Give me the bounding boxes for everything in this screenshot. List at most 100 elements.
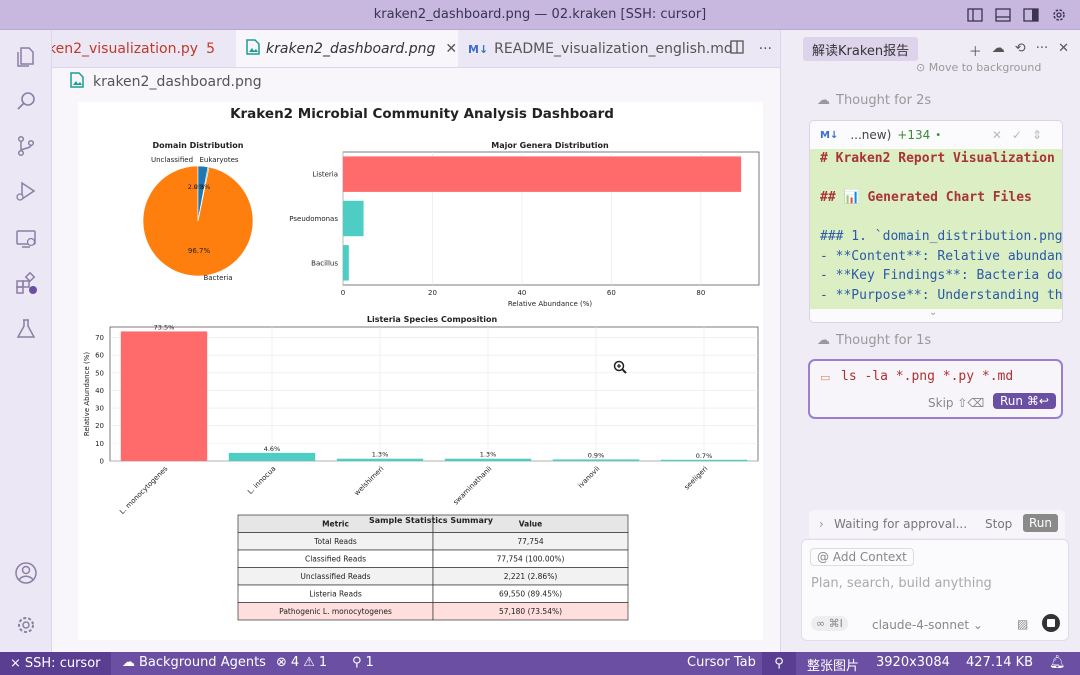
table-cell-text: Listeria Reads (309, 590, 362, 599)
move-to-background-link[interactable]: ⊙ Move to background (916, 61, 1041, 74)
skip-button[interactable]: Skip ⇧⌫ (928, 396, 984, 410)
expand-chevron-icon[interactable]: ⌄ (929, 307, 937, 318)
add-context-button[interactable]: @ Add Context (810, 548, 914, 566)
species-bar (120, 331, 208, 461)
thought-indicator-2[interactable]: ☁ Thought for 1s (817, 333, 931, 348)
image-preview[interactable]: Kraken2 Microbial Community Analysis Das… (78, 102, 763, 640)
table-cell-text: Classified Reads (305, 555, 366, 564)
approval-bar: › Waiting for approval... Stop Run (809, 510, 1065, 538)
tab-visualization-py[interactable]: ken2_visualization.py 5 (52, 30, 236, 67)
error-count: 4 (290, 655, 300, 670)
code-diff-lines: # Kraken2 Report Visualization ## 📊 Gene… (810, 149, 1063, 309)
new-chat-icon[interactable]: ＋ (969, 41, 982, 60)
expand-icon[interactable]: ⇕ (1032, 128, 1052, 142)
editor-actions: ··· (722, 30, 780, 67)
chat-input-box: @ Add Context Plan, search, build anythi… (801, 539, 1069, 641)
zoom-cursor-icon (613, 360, 627, 374)
settings-gear-icon[interactable] (1050, 6, 1068, 24)
species-value-label: 1.3% (372, 451, 389, 459)
dashboard-title: Kraken2 Microbial Community Analysis Das… (230, 106, 614, 122)
species-value-label: 0.7% (696, 452, 713, 460)
markdown-file-icon: M↓ (468, 42, 489, 56)
run-command-button[interactable]: Run ⌘↩ (993, 393, 1056, 409)
table-title: Sample Statistics Summary (369, 516, 494, 525)
image-file-icon (246, 39, 260, 59)
chevron-right-icon[interactable]: › (819, 517, 824, 531)
search-icon[interactable] (13, 88, 39, 114)
code-line: - **Content**: Relative abundance (820, 248, 1063, 264)
genera-xtick: 40 (517, 289, 526, 297)
explorer-files-icon[interactable] (13, 44, 39, 70)
background-agents[interactable]: ☁ Background Agents (122, 655, 266, 670)
close-tab-icon[interactable]: ✕ (445, 41, 457, 57)
manage-gear-icon[interactable] (13, 612, 39, 638)
more-actions-icon[interactable]: ··· (759, 41, 772, 57)
terminal-command-card: ▭ ls -la *.png *.py *.md Skip ⇧⌫ Run ⌘↩ (808, 359, 1063, 419)
toggle-panel-icon[interactable] (994, 6, 1012, 24)
table-cell-text: 57,180 (73.54%) (499, 607, 562, 616)
table-header-text: Value (519, 520, 542, 529)
model-selector[interactable]: claude-4-sonnet ⌄ (872, 618, 983, 632)
testing-flask-icon[interactable] (13, 316, 39, 342)
chat-input-placeholder[interactable]: Plan, search, build anything (811, 576, 992, 591)
code-line: # Kraken2 Report Visualization (820, 151, 1055, 166)
mode-selector[interactable]: ∞ ⌘I (811, 616, 848, 631)
tab-readme-md[interactable]: M↓ README_visualization_english.md (458, 30, 733, 67)
agent-panel: 解读Kraken报告 ＋ ☁ ⟲ ··· ✕ ⊙ Move to backgro… (780, 30, 1080, 652)
pie-label-bacteria: Bacteria (203, 274, 232, 282)
thought-label: Thought for 1s (836, 333, 932, 348)
genera-xtick: 0 (341, 289, 345, 297)
add-context-label: Add Context (832, 550, 907, 564)
species-ytick: 60 (95, 352, 104, 360)
image-attach-icon[interactable]: ▨ (1017, 617, 1028, 631)
table-cell-text: Pathogenic L. monocytogenes (279, 607, 392, 616)
genera-xtick: 80 (696, 289, 705, 297)
species-bar (552, 459, 640, 461)
accept-icon[interactable]: ✓ (1012, 128, 1032, 142)
table-cell-text: Unclassified Reads (300, 572, 370, 581)
species-ylabel: Relative Abundance (%) (83, 352, 91, 436)
pie-pct-bacteria: 96.7% (188, 247, 211, 255)
species-ytick: 20 (95, 422, 104, 430)
notifications-bell-icon[interactable]: 🔔︎ (1049, 655, 1066, 670)
code-line: ### 1. `domain_distribution.png` (820, 229, 1063, 244)
image-dimensions: 3920x3084 (876, 655, 950, 670)
run-button[interactable]: Run (1023, 514, 1059, 532)
remote-indicator[interactable]: ⨯ SSH: cursor (0, 652, 111, 675)
account-icon[interactable] (13, 560, 39, 586)
breadcrumb: kraken2_dashboard.png (70, 72, 262, 92)
genera-bar (343, 200, 364, 237)
image-file-size: 427.14 KB (966, 655, 1034, 670)
toggle-sidebar-icon[interactable] (966, 6, 984, 24)
problems-indicator[interactable]: ⊗ 4 ⚠ 1 (276, 655, 327, 670)
move-bg-icon: ⊙ (916, 61, 929, 74)
source-control-icon[interactable] (13, 133, 39, 159)
history-icon[interactable]: ⟲ (1015, 41, 1026, 60)
cloud-icon[interactable]: ☁ (992, 41, 1005, 60)
stop-square-icon (1047, 619, 1055, 627)
ports-count: 1 (365, 655, 374, 670)
tab-kraken2-dashboard[interactable]: kraken2_dashboard.png ✕ (236, 30, 458, 67)
zoom-icon[interactable]: ⚲ (762, 652, 796, 675)
breadcrumb-filename[interactable]: kraken2_dashboard.png (93, 74, 262, 90)
toggle-secondary-sidebar-icon[interactable] (1022, 6, 1040, 24)
species-ytick: 30 (95, 405, 104, 413)
thought-indicator-1[interactable]: ☁ Thought for 2s (817, 93, 931, 108)
extensions-icon[interactable] (13, 270, 39, 296)
stop-button[interactable]: Stop (985, 517, 1012, 531)
species-ytick: 10 (95, 440, 104, 448)
ports-indicator[interactable]: ⚲ 1 (352, 655, 374, 670)
remote-explorer-icon[interactable] (13, 226, 39, 252)
chat-tab-title[interactable]: 解读Kraken报告 (803, 37, 919, 61)
run-debug-icon[interactable] (13, 178, 39, 204)
genera-xlabel: Relative Abundance (%) (508, 300, 592, 308)
reject-icon[interactable]: ✕ (992, 128, 1012, 142)
more-icon[interactable]: ··· (1036, 41, 1048, 60)
genera-category-label: Pseudomonas (289, 215, 338, 223)
image-zoom-mode[interactable]: 整张图片 (807, 655, 859, 674)
close-panel-icon[interactable]: ✕ (1058, 41, 1069, 60)
stop-generation-button[interactable] (1042, 614, 1060, 632)
cursor-tab-status[interactable]: Cursor Tab (687, 655, 756, 670)
code-line: - **Purpose**: Understanding the (820, 287, 1063, 303)
split-editor-icon[interactable] (730, 40, 744, 58)
